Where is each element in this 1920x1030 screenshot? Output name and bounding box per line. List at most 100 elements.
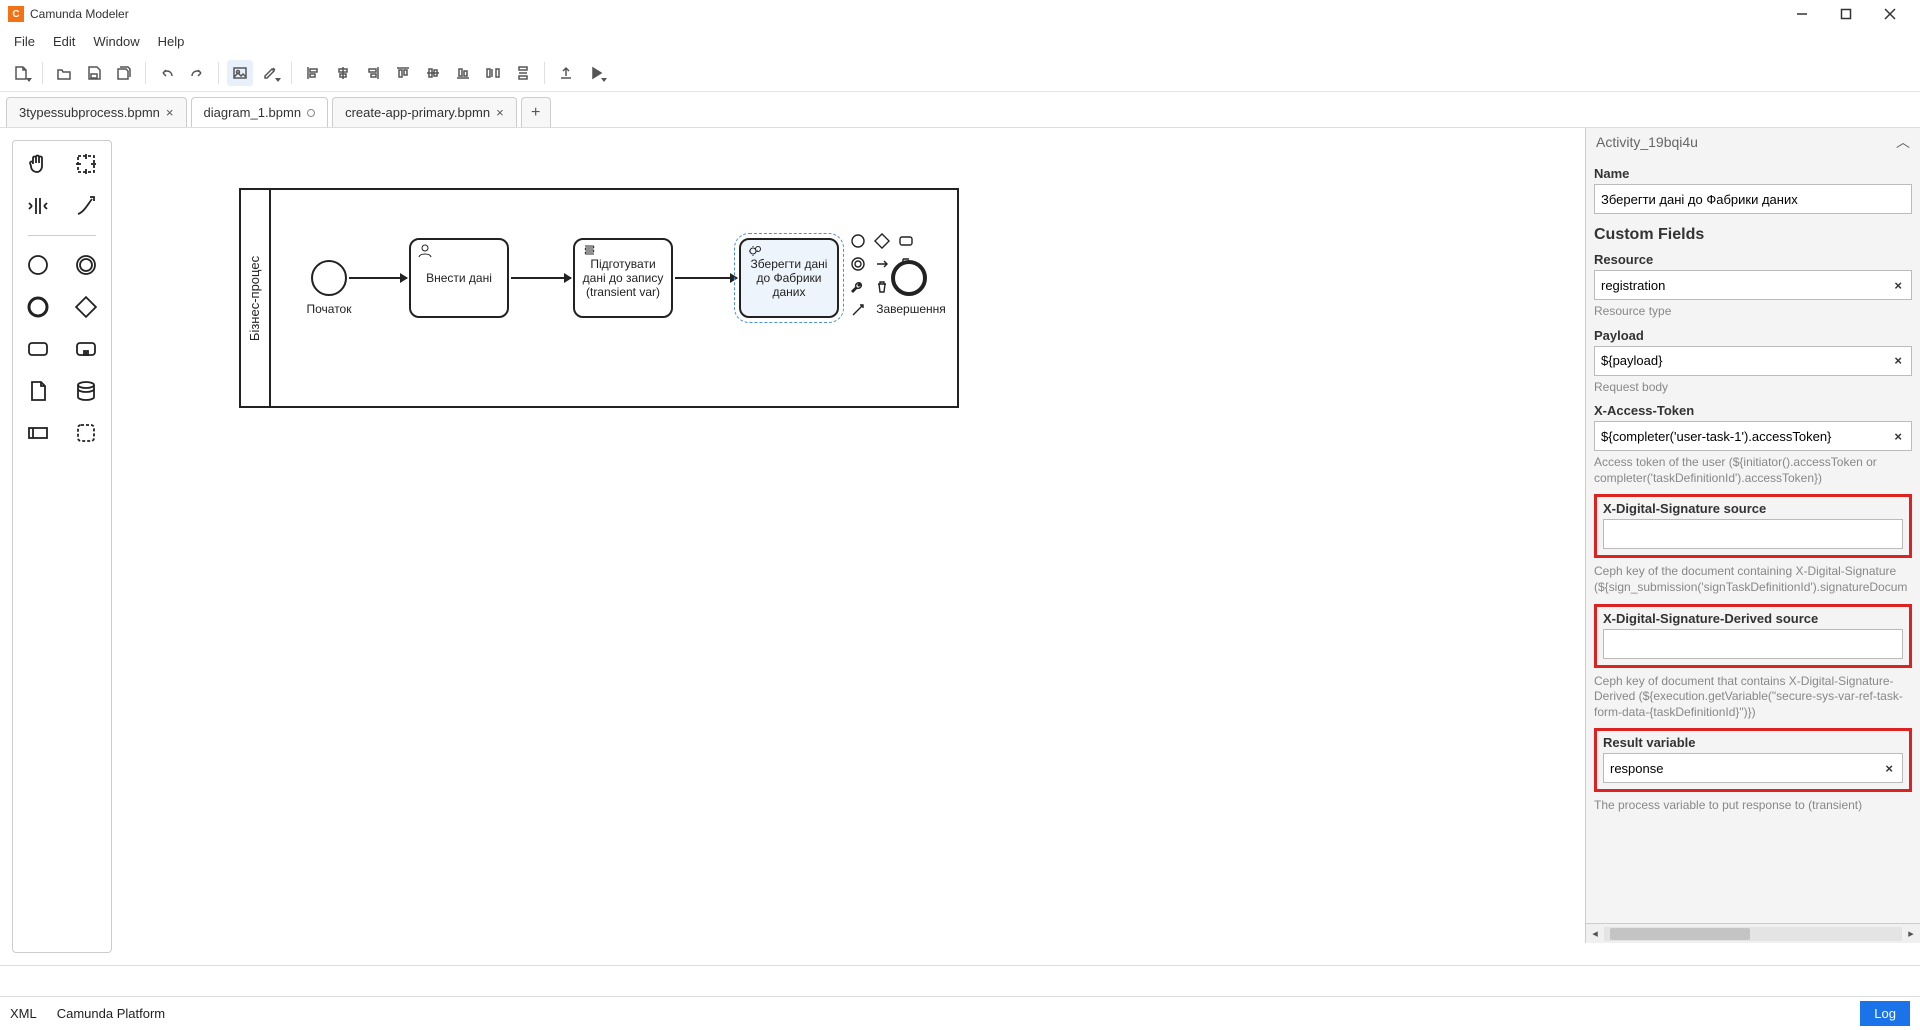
- pool-icon[interactable]: [24, 419, 52, 447]
- xsig-input[interactable]: [1610, 527, 1896, 542]
- save-all-button[interactable]: [111, 60, 137, 86]
- task-icon[interactable]: [24, 335, 52, 363]
- xsigd-input[interactable]: [1610, 636, 1896, 651]
- hand-tool-icon[interactable]: [24, 150, 52, 178]
- gateway-icon[interactable]: [72, 293, 100, 321]
- clear-icon[interactable]: ×: [1882, 761, 1896, 776]
- deploy-button[interactable]: [553, 60, 579, 86]
- undo-button[interactable]: [154, 60, 180, 86]
- start-event[interactable]: [311, 260, 347, 296]
- ctx-delete-icon[interactable]: [873, 278, 891, 296]
- align-left-button[interactable]: [300, 60, 326, 86]
- scroll-left-icon[interactable]: ◂: [1586, 927, 1604, 940]
- intermediate-event-icon[interactable]: [72, 251, 100, 279]
- window-close-button[interactable]: [1868, 0, 1912, 28]
- space-tool-icon[interactable]: [24, 192, 52, 220]
- xsig-hint: Ceph key of the document containing X-Di…: [1594, 564, 1912, 595]
- xtoken-field[interactable]: ×: [1594, 421, 1912, 451]
- lasso-tool-icon[interactable]: [72, 150, 100, 178]
- menu-help[interactable]: Help: [150, 31, 193, 52]
- save-button[interactable]: [81, 60, 107, 86]
- ctx-change-type-icon[interactable]: [873, 255, 891, 273]
- result-hint: The process variable to put response to …: [1594, 798, 1912, 814]
- redo-button[interactable]: [184, 60, 210, 86]
- distribute-h-button[interactable]: [480, 60, 506, 86]
- end-event-icon[interactable]: [24, 293, 52, 321]
- panel-h-scrollbar[interactable]: ◂ ▸: [1586, 923, 1920, 943]
- ctx-event-icon[interactable]: [849, 232, 867, 250]
- resource-label: Resource: [1594, 252, 1912, 267]
- canvas[interactable]: Бізнес-процес Початок Внести дані Підгот…: [124, 128, 1920, 965]
- clear-icon[interactable]: ×: [1891, 353, 1905, 368]
- tab-3typessubprocess[interactable]: 3typessubprocess.bpmn ×: [6, 97, 187, 127]
- result-field[interactable]: ×: [1603, 753, 1903, 783]
- collapse-icon[interactable]: ︿: [1896, 132, 1910, 152]
- xsig-field[interactable]: [1603, 519, 1903, 549]
- payload-input[interactable]: [1601, 353, 1891, 368]
- group-icon[interactable]: [72, 419, 100, 447]
- status-xml-tab[interactable]: XML: [10, 1006, 37, 1021]
- pool-label: Бізнес-процес: [241, 190, 271, 406]
- start-event-icon[interactable]: [24, 251, 52, 279]
- open-button[interactable]: [51, 60, 77, 86]
- align-top-button[interactable]: [390, 60, 416, 86]
- result-input[interactable]: [1610, 761, 1882, 776]
- resource-input[interactable]: [1601, 278, 1891, 293]
- result-group-highlight: Result variable ×: [1594, 728, 1912, 792]
- ctx-wrench-icon[interactable]: [849, 278, 867, 296]
- xsigd-group-highlight: X-Digital-Signature-Derived source: [1594, 604, 1912, 668]
- ctx-task-icon[interactable]: [897, 232, 915, 250]
- payload-field[interactable]: ×: [1594, 346, 1912, 376]
- data-object-icon[interactable]: [24, 377, 52, 405]
- ctx-annotation-icon[interactable]: [849, 255, 867, 273]
- close-icon[interactable]: ×: [166, 106, 174, 119]
- task-enter-data[interactable]: Внести дані: [409, 238, 509, 318]
- xtoken-label: X-Access-Token: [1594, 403, 1912, 418]
- status-platform-tab[interactable]: Camunda Platform: [57, 1006, 165, 1021]
- xsigd-field[interactable]: [1603, 629, 1903, 659]
- clear-icon[interactable]: ×: [1891, 429, 1905, 444]
- payload-label: Payload: [1594, 328, 1912, 343]
- align-center-button[interactable]: [330, 60, 356, 86]
- align-bottom-button[interactable]: [450, 60, 476, 86]
- close-icon[interactable]: ×: [496, 106, 504, 119]
- align-right-button[interactable]: [360, 60, 386, 86]
- ctx-connect-icon[interactable]: [849, 301, 867, 319]
- window-minimize-button[interactable]: [1780, 0, 1824, 28]
- bpmn-pool[interactable]: Бізнес-процес Початок Внести дані Підгот…: [239, 188, 959, 408]
- name-field[interactable]: [1594, 184, 1912, 214]
- ctx-gateway-icon[interactable]: [873, 232, 891, 250]
- window-maximize-button[interactable]: [1824, 0, 1868, 28]
- task-save-data[interactable]: Зберегти дані до Фабрики даних: [739, 238, 839, 318]
- start-instance-button[interactable]: [583, 60, 609, 86]
- end-event[interactable]: [891, 260, 927, 296]
- align-middle-button[interactable]: [420, 60, 446, 86]
- clear-icon[interactable]: ×: [1891, 278, 1905, 293]
- pool-lane[interactable]: Початок Внести дані Підготувати дані до …: [271, 190, 957, 406]
- scroll-thumb[interactable]: [1610, 928, 1750, 940]
- xsig-label: X-Digital-Signature source: [1603, 501, 1903, 516]
- result-label: Result variable: [1603, 735, 1903, 750]
- tab-label: create-app-primary.bpmn: [345, 105, 490, 120]
- xtoken-input[interactable]: [1601, 429, 1891, 444]
- menu-file[interactable]: File: [6, 31, 43, 52]
- image-export-button[interactable]: [227, 60, 253, 86]
- color-button[interactable]: [257, 60, 283, 86]
- properties-panel: Activity_19bqi4u ︿ Name Custom Fields Re…: [1585, 128, 1920, 943]
- data-store-icon[interactable]: [72, 377, 100, 405]
- scroll-right-icon[interactable]: ▸: [1902, 927, 1920, 940]
- log-button[interactable]: Log: [1860, 1001, 1910, 1026]
- new-tab-button[interactable]: +: [521, 97, 551, 127]
- menu-edit[interactable]: Edit: [45, 31, 83, 52]
- subprocess-icon[interactable]: [72, 335, 100, 363]
- resource-field[interactable]: ×: [1594, 270, 1912, 300]
- distribute-v-button[interactable]: [510, 60, 536, 86]
- service-task-icon: [747, 244, 763, 258]
- new-file-button[interactable]: [8, 60, 34, 86]
- connect-tool-icon[interactable]: [72, 192, 100, 220]
- task-prepare-data[interactable]: Підготувати дані до запису (transient va…: [573, 238, 673, 318]
- tab-create-app-primary[interactable]: create-app-primary.bpmn ×: [332, 97, 517, 127]
- tab-diagram-1[interactable]: diagram_1.bpmn: [191, 97, 329, 127]
- menu-window[interactable]: Window: [85, 31, 147, 52]
- name-input[interactable]: [1601, 192, 1905, 207]
